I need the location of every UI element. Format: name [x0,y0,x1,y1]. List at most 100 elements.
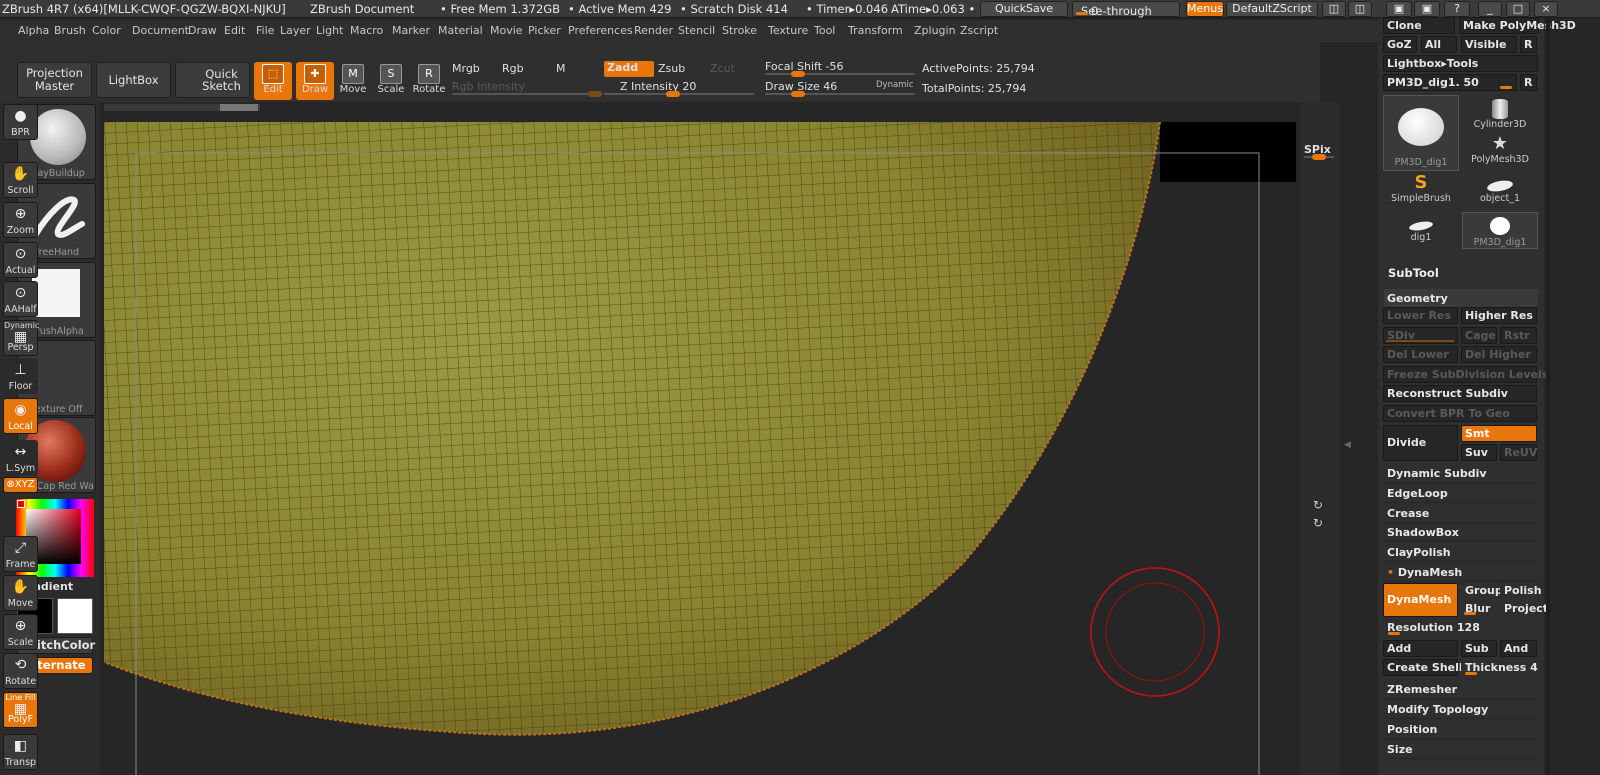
menus-toggle[interactable]: Menus [1186,1,1224,17]
rotate-mode-button[interactable]: R Rotate [410,62,448,100]
del-higher-button[interactable]: Del Higher [1461,346,1537,363]
floor-button[interactable]: ⊥ Floor [3,358,38,394]
menu-movie[interactable]: Movie [490,24,523,37]
persp-button[interactable]: Dynamic ▦ Persp [3,320,39,356]
move-view-button[interactable]: ✋ Move [3,575,38,611]
position-header[interactable]: Position [1384,720,1538,739]
menu-brush[interactable]: Brush [54,24,86,37]
zcut-button[interactable]: Zcut [710,62,750,75]
see-through-slider[interactable]: See-through 0 [1072,1,1180,18]
help-icon[interactable]: ? [1444,1,1470,17]
menu-render[interactable]: Render [634,24,673,37]
scale-view-button[interactable]: ⊕ Scale [3,614,38,650]
r-button[interactable]: R [1520,36,1537,53]
divide-button[interactable]: Divide [1383,425,1458,461]
resolution-slider[interactable]: Resolution 128 [1383,619,1538,636]
reuv-button[interactable]: ReUV [1500,444,1537,461]
menu-picker[interactable]: Picker [528,24,561,37]
thickness-slider[interactable]: Thickness 4 [1461,659,1538,676]
tool-object1[interactable]: object_1 [1462,173,1538,210]
shadowbox-header[interactable]: ShadowBox [1384,523,1538,542]
frame-button[interactable]: ⤢ Frame [3,536,38,572]
layout-alt-icon[interactable]: ◫ [1348,1,1372,17]
sub-button[interactable]: Sub [1461,640,1497,657]
z-intensity-slider[interactable]: Z Intensity 20 [620,80,696,93]
modify-topology-header[interactable]: Modify Topology [1384,700,1538,719]
menu-draw[interactable]: Draw [188,24,217,37]
polyf-button[interactable]: Line Fill ▦ PolyF [3,692,38,728]
sdiv-slider[interactable]: SDiv [1383,327,1458,344]
rotate-view-button[interactable]: ⟲ Rotate [3,653,38,689]
make-polymesh-button[interactable]: Make PolyMesh3D [1459,17,1576,34]
draw-size-track[interactable] [765,91,915,97]
goz-button[interactable]: GoZ [1383,36,1417,53]
menu-zplugin[interactable]: Zplugin [914,24,956,37]
visible-button[interactable]: Visible [1461,36,1517,53]
and-button[interactable]: And [1500,640,1537,657]
tool-dig1[interactable]: dig1 [1383,212,1459,249]
mrgb-button[interactable]: Mrgb [452,62,496,75]
actual-button[interactable]: ⊙ Actual [3,242,38,278]
zadd-button[interactable]: Zadd [604,61,654,77]
crease-header[interactable]: Crease [1384,504,1538,523]
menu-alpha[interactable]: Alpha [18,24,49,37]
r-tool-button[interactable]: R [1520,74,1537,91]
suv-toggle[interactable]: Suv [1461,444,1497,461]
tool-polymesh3d[interactable]: ★ PolyMesh3D [1462,134,1538,171]
rgb-button[interactable]: Rgb [502,62,546,75]
right-collapse-icon[interactable]: ◀ [1344,440,1351,450]
canvas-scrollbar[interactable] [104,104,260,111]
menu-light[interactable]: Light [316,24,343,37]
menu-color[interactable]: Color [92,24,121,37]
add-button[interactable]: Add [1383,640,1458,657]
edit-mode-button[interactable]: ⬚ Edit [254,62,292,100]
dynamesh-header[interactable]: • DynaMesh [1384,563,1538,582]
zremesher-header[interactable]: ZRemesher [1384,680,1538,699]
menu-tool[interactable]: Tool [814,24,835,37]
quicksave-button[interactable]: QuickSave [980,1,1068,17]
rotate-z-icon[interactable]: ↻ [1313,516,1323,530]
local-button[interactable]: ◉ Local [3,398,38,434]
rstr-button[interactable]: Rstr [1500,327,1537,344]
blur-slider[interactable]: Blur [1461,600,1499,617]
maximize-icon[interactable]: □ [1506,1,1530,17]
scale-mode-button[interactable]: S Scale [372,62,410,100]
current-tool-slider[interactable]: PM3D_dig1. 50 [1383,74,1517,91]
del-lower-button[interactable]: Del Lower [1383,346,1458,363]
m-button[interactable]: M [556,62,596,75]
convert-bpr-button[interactable]: Convert BPR To Geo [1383,405,1537,422]
size-header[interactable]: Size [1384,740,1538,759]
rotate-y-icon[interactable]: ↻ [1313,498,1323,512]
bpr-button[interactable]: ● BPR [3,104,38,140]
menu-stencil[interactable]: Stencil [678,24,715,37]
reconstruct-subdiv-button[interactable]: Reconstruct Subdiv [1383,385,1537,402]
subtool-header[interactable]: SubTool [1388,266,1439,280]
menu-zscript[interactable]: Zscript [960,24,998,37]
tool-pm3d-dig1[interactable]: PM3D_dig1 [1383,95,1459,171]
scroll-button[interactable]: ✋ Scroll [3,162,38,198]
default-zscript-button[interactable]: DefaultZScript [1226,1,1318,17]
lsym-button[interactable]: ↔ L.Sym [3,440,38,476]
tool-cylinder3d[interactable]: Cylinder3D [1462,95,1538,132]
menu-stroke[interactable]: Stroke [722,24,757,37]
menu-marker[interactable]: Marker [392,24,430,37]
smt-toggle[interactable]: Smt [1461,425,1537,442]
close-icon[interactable]: × [1534,1,1558,17]
zoom-button[interactable]: ⊕ Zoom [3,202,38,238]
move-mode-button[interactable]: M Move [334,62,372,100]
clone-button[interactable]: Clone [1383,17,1455,34]
tool-simplebrush[interactable]: S SimpleBrush [1383,173,1459,210]
xyz-button[interactable]: ⊗XYZ [3,477,38,493]
minimize-icon[interactable]: _ [1478,1,1502,17]
menu-edit[interactable]: Edit [224,24,245,37]
all-button[interactable]: All [1421,36,1457,53]
edgeloop-header[interactable]: EdgeLoop [1384,484,1538,503]
quick-sketch-button[interactable]: Quick Sketch [175,62,250,98]
layout-icon[interactable]: ◫ [1322,1,1346,17]
group-toggle[interactable]: Group [1461,582,1503,599]
windows-icon[interactable]: ▣ [1414,1,1440,17]
project-toggle[interactable]: Project [1500,600,1548,617]
aahalf-button[interactable]: ⊙ AAHalf [3,281,38,317]
draw-mode-button[interactable]: ✚ Draw [296,62,334,100]
menu-preferences[interactable]: Preferences [568,24,633,37]
